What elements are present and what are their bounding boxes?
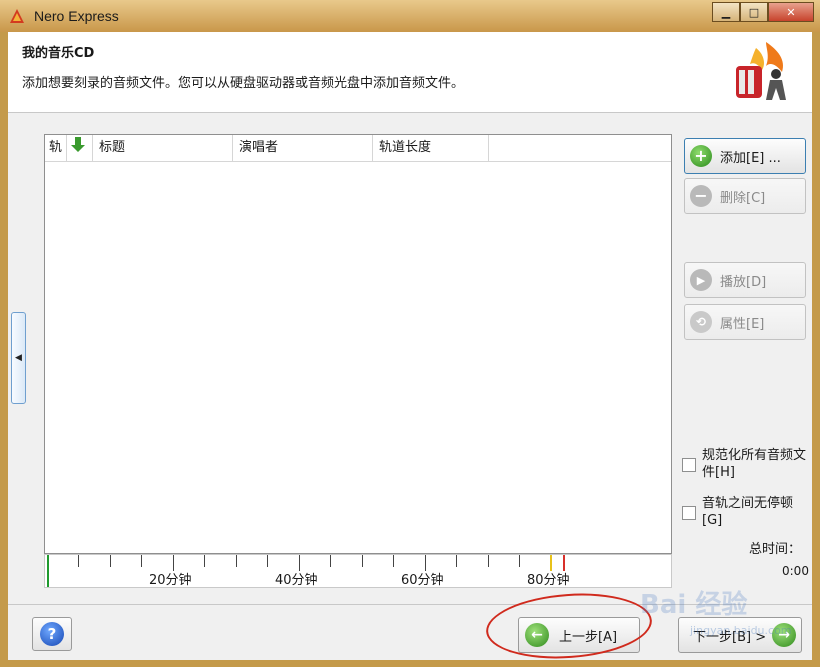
help-button[interactable]: ?: [32, 617, 72, 651]
add-button-label: 添加[E] ...: [720, 150, 781, 166]
track-list[interactable]: 轨 标题 演唱者 轨道长度: [44, 134, 672, 554]
column-sort[interactable]: [67, 135, 93, 161]
minimize-icon[interactable]: ▁: [712, 2, 740, 22]
properties-button[interactable]: ⟲ 属性[E]: [684, 304, 806, 340]
column-artist[interactable]: 演唱者: [233, 135, 373, 161]
no-pause-checkbox[interactable]: [682, 506, 696, 520]
properties-icon: ⟲: [690, 311, 712, 333]
window-title: Nero Express: [34, 8, 119, 24]
column-title[interactable]: 标题: [93, 135, 233, 161]
start-marker: [47, 555, 49, 587]
total-time-value: 0:00: [782, 564, 809, 578]
nero-express-window: Nero Express ▁ □ ✕ 我的音乐CD 添加想要刻录的音频文件。您可…: [0, 0, 820, 667]
timeline-label-20: 20分钟: [149, 573, 192, 588]
total-time-label: 总时间：: [749, 542, 802, 557]
remove-icon: −: [690, 185, 712, 207]
column-track[interactable]: 轨: [45, 135, 67, 161]
page-header: 我的音乐CD 添加想要刻录的音频文件。您可以从硬盘驱动器或音频光盘中添加音频文件…: [8, 32, 812, 113]
baidu-watermark: Bai 经验: [640, 590, 748, 620]
chevron-left-icon: ◀: [15, 353, 22, 363]
page-title: 我的音乐CD: [22, 46, 95, 61]
add-icon: +: [690, 145, 712, 167]
page-description: 添加想要刻录的音频文件。您可以从硬盘驱动器或音频光盘中添加音频文件。: [22, 76, 465, 91]
no-pause-label: 音轨之间无停顿[G]: [702, 496, 794, 528]
side-panel-toggle[interactable]: ◀: [11, 312, 26, 404]
nero-flame-logo: [736, 42, 786, 100]
delete-button[interactable]: − 删除[C]: [684, 178, 806, 214]
properties-button-label: 属性[E]: [720, 316, 765, 332]
nero-app-icon: [10, 9, 24, 23]
column-length[interactable]: 轨道长度: [373, 135, 489, 161]
list-header: 轨 标题 演唱者 轨道长度: [45, 135, 671, 162]
window-controls: ▁ □ ✕: [712, 2, 814, 24]
timeline-label-60: 60分钟: [401, 573, 444, 588]
close-icon[interactable]: ✕: [768, 2, 814, 22]
normalize-checkbox[interactable]: [682, 458, 696, 472]
maximize-icon[interactable]: □: [740, 2, 768, 22]
add-button[interactable]: + 添加[E] ...: [684, 138, 806, 174]
dialog-client: 我的音乐CD 添加想要刻录的音频文件。您可以从硬盘驱动器或音频光盘中添加音频文件…: [8, 32, 812, 660]
down-arrow-icon: [71, 137, 85, 152]
play-icon: ▶: [690, 269, 712, 291]
timeline-label-80: 80分钟: [527, 573, 570, 588]
title-bar[interactable]: Nero Express ▁ □ ✕: [0, 0, 820, 32]
capacity-timeline: 20分钟 40分钟 60分钟 80分钟: [44, 554, 672, 588]
delete-button-label: 删除[C]: [720, 190, 766, 206]
timeline-label-40: 40分钟: [275, 573, 318, 588]
play-button[interactable]: ▶ 播放[D]: [684, 262, 806, 298]
baidu-watermark-url: jingyan.baidu.com: [690, 624, 792, 637]
play-button-label: 播放[D]: [720, 274, 767, 290]
normalize-label: 规范化所有音频文件[H]: [702, 448, 807, 480]
help-icon: ?: [40, 622, 64, 646]
